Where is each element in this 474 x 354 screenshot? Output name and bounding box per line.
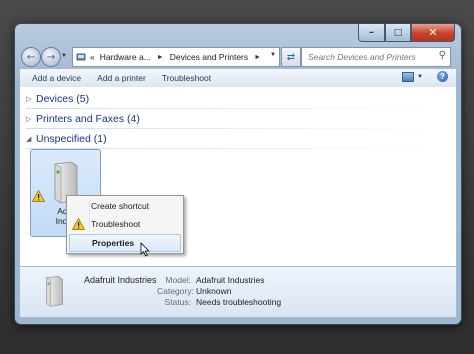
details-category-value: Unknown [196, 286, 232, 296]
troubleshoot-button[interactable]: Troubleshoot [154, 73, 219, 83]
minimize-button[interactable]: – [358, 24, 385, 42]
collapse-arrow-icon[interactable]: ◢ [26, 135, 32, 143]
window-controls: – □ ✕ [358, 24, 455, 42]
address-dropdown-icon[interactable]: ▼ [270, 52, 276, 58]
details-values: Adafruit Industries Unknown Needs troubl… [196, 275, 281, 308]
refresh-icon: ⇄ [286, 51, 296, 63]
menu-item-troubleshoot[interactable]: Troubleshoot [69, 216, 179, 232]
details-device-name: Adafruit Industries [84, 275, 157, 285]
menu-item-properties[interactable]: Properties [69, 234, 181, 252]
details-labels: Model: Category: Status: [157, 275, 194, 308]
menu-item-create-shortcut[interactable]: Create shortcut [69, 198, 179, 214]
help-icon[interactable]: ? [437, 71, 448, 82]
group-divider [26, 108, 446, 109]
back-arrow-icon: ← [26, 51, 36, 63]
view-icon [402, 71, 415, 82]
forward-button[interactable]: → [41, 47, 61, 67]
breadcrumb-chevron-icon[interactable]: ► [254, 54, 261, 61]
breadcrumb-devices-printers[interactable]: Devices and Printers [170, 52, 248, 62]
group-divider [26, 128, 446, 129]
search-icon[interactable]: ⚲ [439, 50, 446, 61]
refresh-button[interactable]: ⇄ [281, 47, 301, 67]
warning-icon [32, 190, 45, 202]
search-box[interactable]: ⚲ [301, 47, 451, 67]
context-menu: Create shortcut Troubleshoot Properties [66, 195, 184, 254]
group-header-devices[interactable]: ▷ Devices (5) [26, 93, 446, 109]
search-input[interactable] [306, 51, 434, 63]
back-button[interactable]: ← [21, 47, 41, 67]
details-status-value: Needs troubleshooting [196, 297, 282, 307]
menu-item-label: Troubleshoot [91, 219, 141, 229]
address-overflow[interactable]: « [90, 52, 95, 62]
address-bar[interactable]: « Hardware a... ► Devices and Printers ►… [72, 47, 280, 67]
maximize-button[interactable]: □ [385, 24, 411, 42]
details-model-label: Model: [165, 275, 191, 285]
menu-item-label: Properties [92, 238, 135, 248]
add-device-button[interactable]: Add a device [24, 73, 89, 83]
warning-icon [72, 218, 85, 230]
explorer-window: – □ ✕ ← → ▼ « Hardware a... ► Devices an… [14, 23, 462, 325]
forward-arrow-icon: → [46, 51, 56, 63]
control-panel-icon [76, 53, 86, 61]
details-status-label: Status: [164, 297, 191, 307]
group-header-printers[interactable]: ▷ Printers and Faxes (4) [26, 113, 446, 129]
breadcrumb-hardware[interactable]: Hardware a... [100, 52, 151, 62]
breadcrumb-chevron-icon[interactable]: ► [157, 54, 164, 61]
command-bar: Add a device Add a printer Troubleshoot … [19, 68, 457, 88]
details-category-label: Category: [157, 286, 194, 296]
add-printer-button[interactable]: Add a printer [89, 73, 154, 83]
recent-pages-dropdown[interactable]: ▼ [61, 53, 67, 59]
chevron-down-icon: ▼ [417, 73, 423, 80]
navigation-bar: ← → ▼ « Hardware a... ► Devices and Prin… [21, 46, 453, 68]
group-label: Devices (5) [36, 93, 90, 105]
command-bar-right: ▼ ? [402, 71, 448, 82]
computer-tower-icon [46, 276, 63, 307]
group-label: Printers and Faxes (4) [36, 113, 140, 125]
expand-arrow-icon[interactable]: ▷ [26, 115, 32, 123]
mouse-cursor-icon [140, 242, 150, 257]
close-button[interactable]: ✕ [411, 24, 455, 42]
group-label: Unspecified (1) [36, 133, 107, 145]
details-pane: Adafruit Industries Model: Category: Sta… [19, 266, 457, 318]
menu-item-label: Create shortcut [91, 201, 150, 211]
details-model-value: Adafruit Industries [196, 275, 265, 285]
change-view-button[interactable]: ▼ [402, 71, 423, 82]
expand-arrow-icon[interactable]: ▷ [26, 95, 32, 103]
group-header-unspecified[interactable]: ◢ Unspecified (1) [26, 133, 446, 149]
